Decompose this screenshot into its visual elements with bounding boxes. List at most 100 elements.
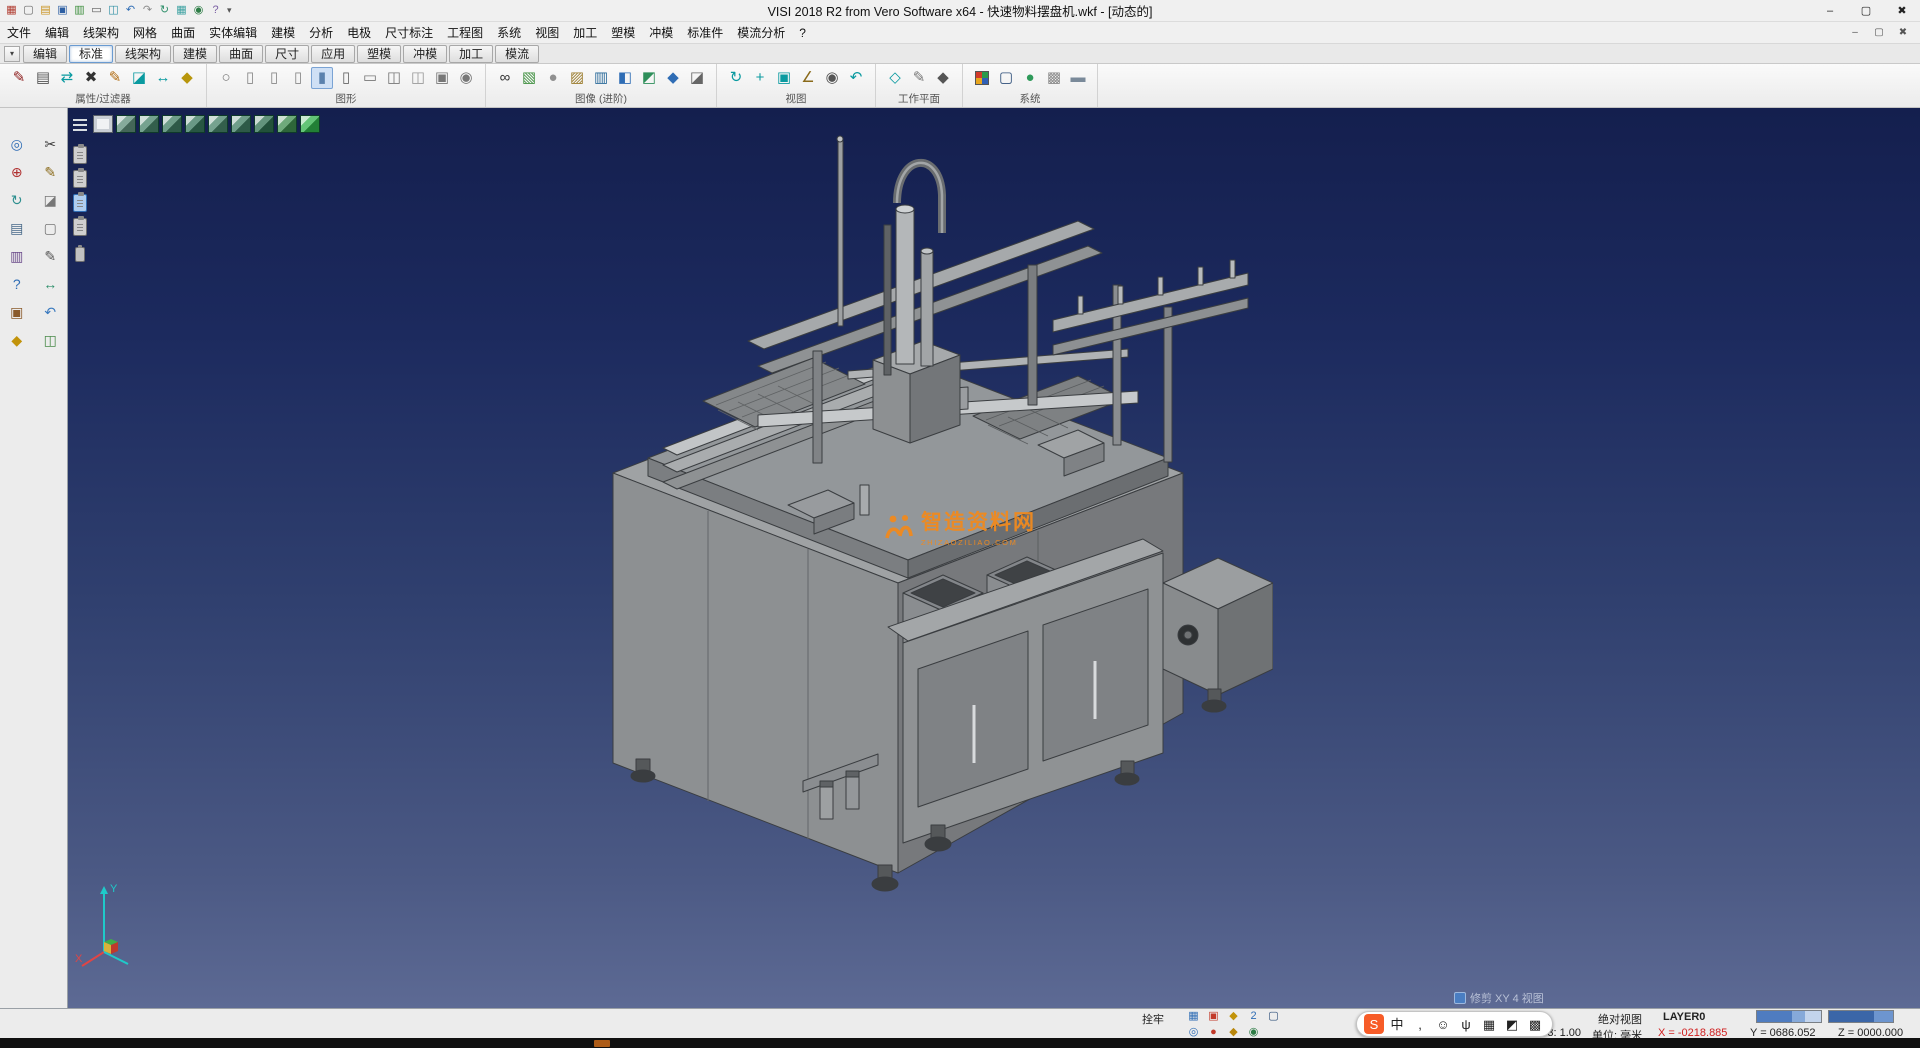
worktable-icon[interactable]: ▬: [1067, 67, 1089, 89]
pan-view-icon[interactable]: +: [749, 67, 771, 89]
gem-icon[interactable]: ◆: [662, 67, 684, 89]
menu-item[interactable]: 分析: [302, 22, 340, 44]
shaded-mode-icon[interactable]: ▮: [311, 67, 333, 89]
battery-indicator-icon[interactable]: [75, 247, 85, 262]
save-icon[interactable]: ▣: [55, 3, 70, 18]
monitor-icon[interactable]: ▢: [995, 67, 1017, 89]
ime-skin-icon[interactable]: ◩: [1502, 1014, 1522, 1034]
menu-item[interactable]: 标准件: [680, 22, 730, 44]
ime-mode-icon[interactable]: 中: [1387, 1014, 1407, 1034]
detail-level-bar[interactable]: [1828, 1010, 1894, 1023]
render-options-icon[interactable]: ◉: [455, 67, 477, 89]
lighting-icon[interactable]: ◩: [638, 67, 660, 89]
workplane-edit-icon[interactable]: ✎: [908, 67, 930, 89]
attribute-copy-icon[interactable]: ▤: [32, 67, 54, 89]
view-cube-top-icon[interactable]: [116, 115, 136, 133]
menu-item[interactable]: 冲模: [642, 22, 680, 44]
menu-item[interactable]: 塑模: [604, 22, 642, 44]
grid-dots-icon[interactable]: ▩: [1043, 67, 1065, 89]
tab-application[interactable]: 应用: [311, 45, 355, 63]
menu-item[interactable]: 加工: [566, 22, 604, 44]
tab-wireframe[interactable]: 线架构: [115, 45, 171, 63]
ime-emoji-icon[interactable]: ☺: [1433, 1014, 1453, 1034]
print-icon[interactable]: ▭: [89, 3, 104, 18]
ime-mic-icon[interactable]: ψ: [1456, 1014, 1476, 1034]
menu-item[interactable]: 建模: [264, 22, 302, 44]
refresh-icon[interactable]: ↻: [157, 3, 172, 18]
eraser-icon[interactable]: ◪: [41, 190, 60, 209]
menu-item[interactable]: 线架构: [76, 22, 126, 44]
solid-box-icon[interactable]: ▣: [431, 67, 453, 89]
menu-item[interactable]: 曲面: [164, 22, 202, 44]
view-cube-dimetric-icon[interactable]: [277, 115, 297, 133]
snap-crosshair-icon[interactable]: ⊕: [7, 162, 26, 181]
minimize-button[interactable]: –: [1812, 0, 1848, 22]
menu-item[interactable]: 系统: [490, 22, 528, 44]
view-cube-back-icon[interactable]: [185, 115, 205, 133]
view-cube-shaded-icon[interactable]: [300, 115, 320, 133]
workplane-page-icon-2[interactable]: [73, 170, 87, 188]
warning-icon[interactable]: ◆: [1225, 1009, 1242, 1024]
zoom-extents-icon[interactable]: ▣: [773, 67, 795, 89]
tab-mold[interactable]: 塑模: [357, 45, 401, 63]
quick-access-dropdown-icon[interactable]: ▾: [223, 5, 236, 16]
menu-item[interactable]: 文件: [0, 22, 38, 44]
clipboard-paste-icon[interactable]: ◫: [41, 330, 60, 349]
tab-edit[interactable]: 编辑: [23, 45, 67, 63]
note-edit-icon[interactable]: ✎: [41, 246, 60, 265]
view-cube-right-icon[interactable]: [162, 115, 182, 133]
workspace-icon[interactable]: ▥: [72, 3, 87, 18]
viewport-3d[interactable]: 智造资料网 ZHIZAOZILIAO.COM Y X 修剪 XY 4 视图: [68, 108, 1920, 1008]
render-sphere-icon[interactable]: ●: [542, 67, 564, 89]
workplane-page-icon-3[interactable]: [73, 194, 87, 212]
undo-icon[interactable]: ↶: [123, 3, 138, 18]
wireframe-mode-icon[interactable]: ○: [215, 67, 237, 89]
rotate-icon[interactable]: ↻: [7, 190, 26, 209]
windows-taskbar[interactable]: [0, 1038, 1920, 1048]
layer-label[interactable]: LAYER0: [1663, 1011, 1705, 1023]
layer-stack-icon[interactable]: ▤: [7, 218, 26, 237]
selection-filter-icon[interactable]: ▦: [1185, 1009, 1202, 1024]
snapshot-icon[interactable]: ▧: [518, 67, 540, 89]
menu-item[interactable]: 模流分析: [730, 22, 792, 44]
layer-flag-icon[interactable]: ◆: [176, 67, 198, 89]
tab-dimension[interactable]: 尺寸: [265, 45, 309, 63]
ime-toolbox-icon[interactable]: ▩: [1525, 1014, 1545, 1034]
new-file-icon[interactable]: ▢: [21, 3, 36, 18]
eraser-icon[interactable]: ◪: [128, 67, 150, 89]
section-icon[interactable]: ◧: [614, 67, 636, 89]
preview-icon[interactable]: ◫: [106, 3, 121, 18]
workplane-icon[interactable]: ◇: [884, 67, 906, 89]
trim-icon[interactable]: ✂: [41, 134, 60, 153]
cylinder-view-icon[interactable]: ▯: [287, 67, 309, 89]
snap-sphere-icon[interactable]: ●: [1019, 67, 1041, 89]
move-filter-icon[interactable]: ↔: [152, 67, 174, 89]
viewport-board-icon[interactable]: [93, 115, 113, 133]
previous-view-icon[interactable]: ↶: [845, 67, 867, 89]
material-icon[interactable]: ▥: [590, 67, 612, 89]
tab-flow[interactable]: 模流: [495, 45, 539, 63]
tab-standard[interactable]: 标准: [69, 45, 113, 63]
measure-angle-icon[interactable]: ∠: [797, 67, 819, 89]
taskbar-app-indicator[interactable]: [594, 1040, 610, 1047]
menu-item[interactable]: 尺寸标注: [378, 22, 440, 44]
menu-item[interactable]: 视图: [528, 22, 566, 44]
app-icon[interactable]: ▦: [4, 3, 19, 18]
texture-icon[interactable]: ▨: [566, 67, 588, 89]
help-icon[interactable]: ?: [208, 3, 223, 18]
tab-machining[interactable]: 加工: [449, 45, 493, 63]
workplane-page-icon-4[interactable]: [73, 218, 87, 236]
cylinder-view-icon[interactable]: ▯: [263, 67, 285, 89]
view-cube-front-icon[interactable]: [139, 115, 159, 133]
workplane-lock-icon[interactable]: ◆: [932, 67, 954, 89]
cylinder-view-icon[interactable]: ▯: [335, 67, 357, 89]
menu-item[interactable]: 电极: [340, 22, 378, 44]
box-select-icon[interactable]: ▣: [7, 302, 26, 321]
open-icon[interactable]: ▤: [38, 3, 53, 18]
visibility-eye-icon[interactable]: ◉: [821, 67, 843, 89]
sheet-icon[interactable]: ▭: [359, 67, 381, 89]
page-icon[interactable]: ▢: [41, 218, 60, 237]
redo-icon[interactable]: ↷: [140, 3, 155, 18]
view-cube-iso-icon[interactable]: [254, 115, 274, 133]
zoom-level-bar[interactable]: [1756, 1010, 1822, 1023]
